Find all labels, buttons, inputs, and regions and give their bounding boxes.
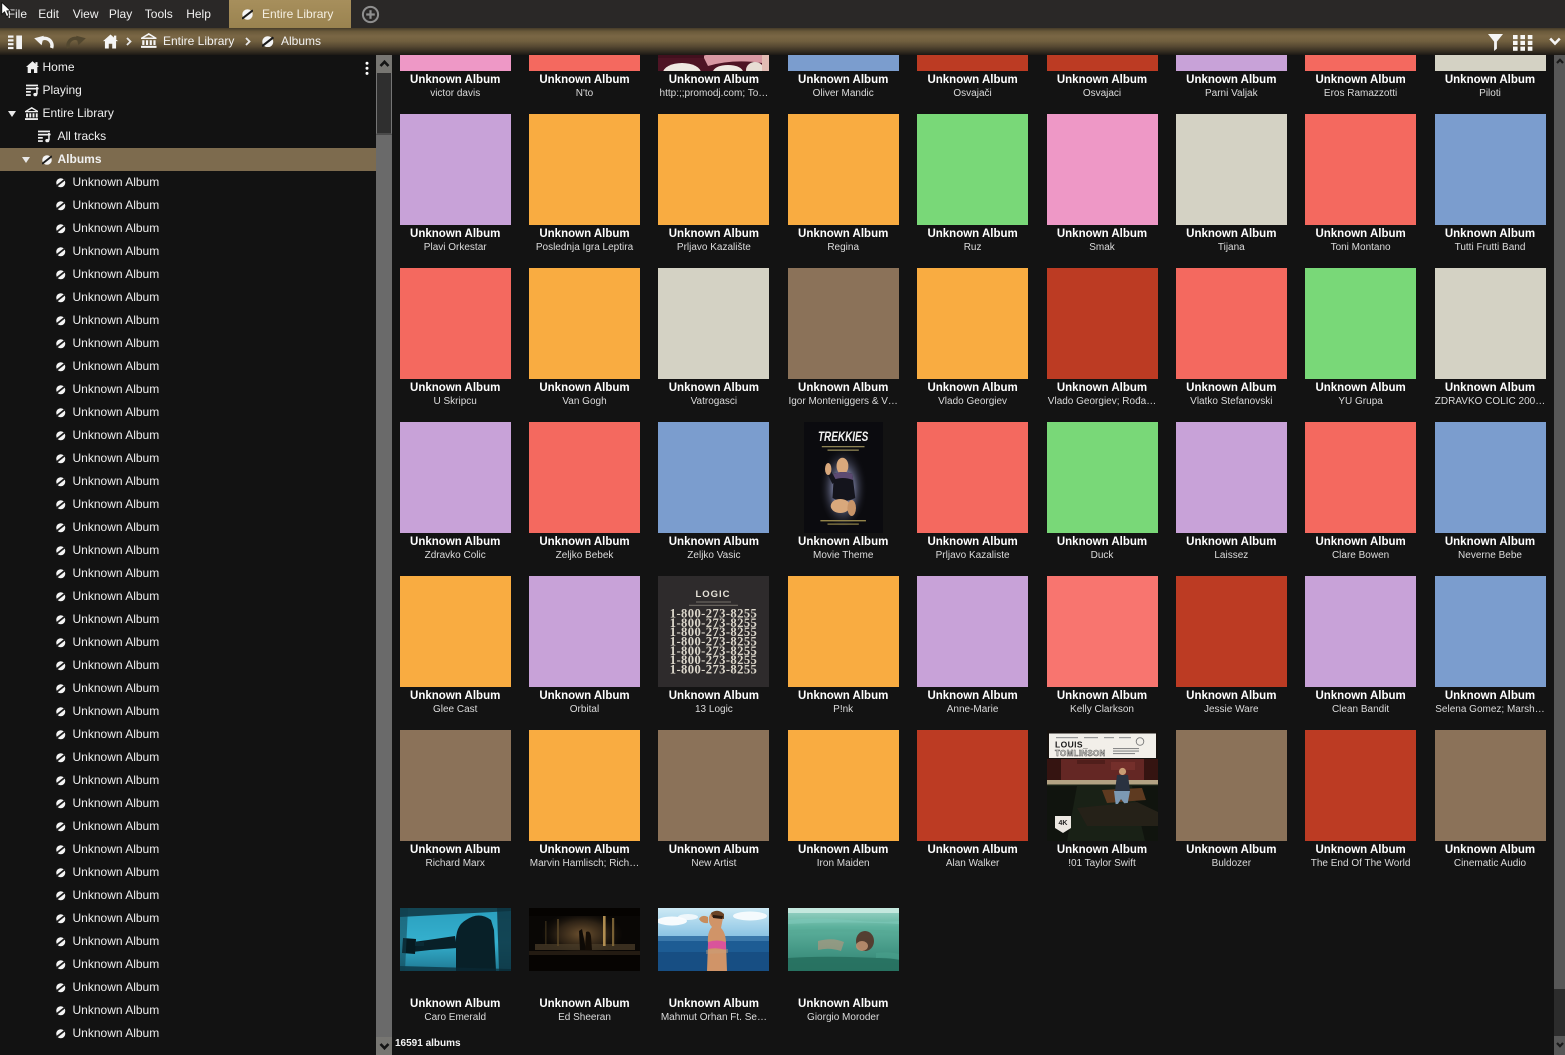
svg-text:LOGIC: LOGIC xyxy=(696,589,731,600)
svg-text:1-800-273-8255: 1-800-273-8255 xyxy=(670,663,757,677)
svg-text:TOMLINSON: TOMLINSON xyxy=(1055,749,1106,758)
svg-text:TREKKIES: TREKKIES xyxy=(818,428,868,444)
svg-text:4K: 4K xyxy=(1058,820,1067,827)
svg-text:LOUIS_: LOUIS_ xyxy=(1055,740,1088,750)
